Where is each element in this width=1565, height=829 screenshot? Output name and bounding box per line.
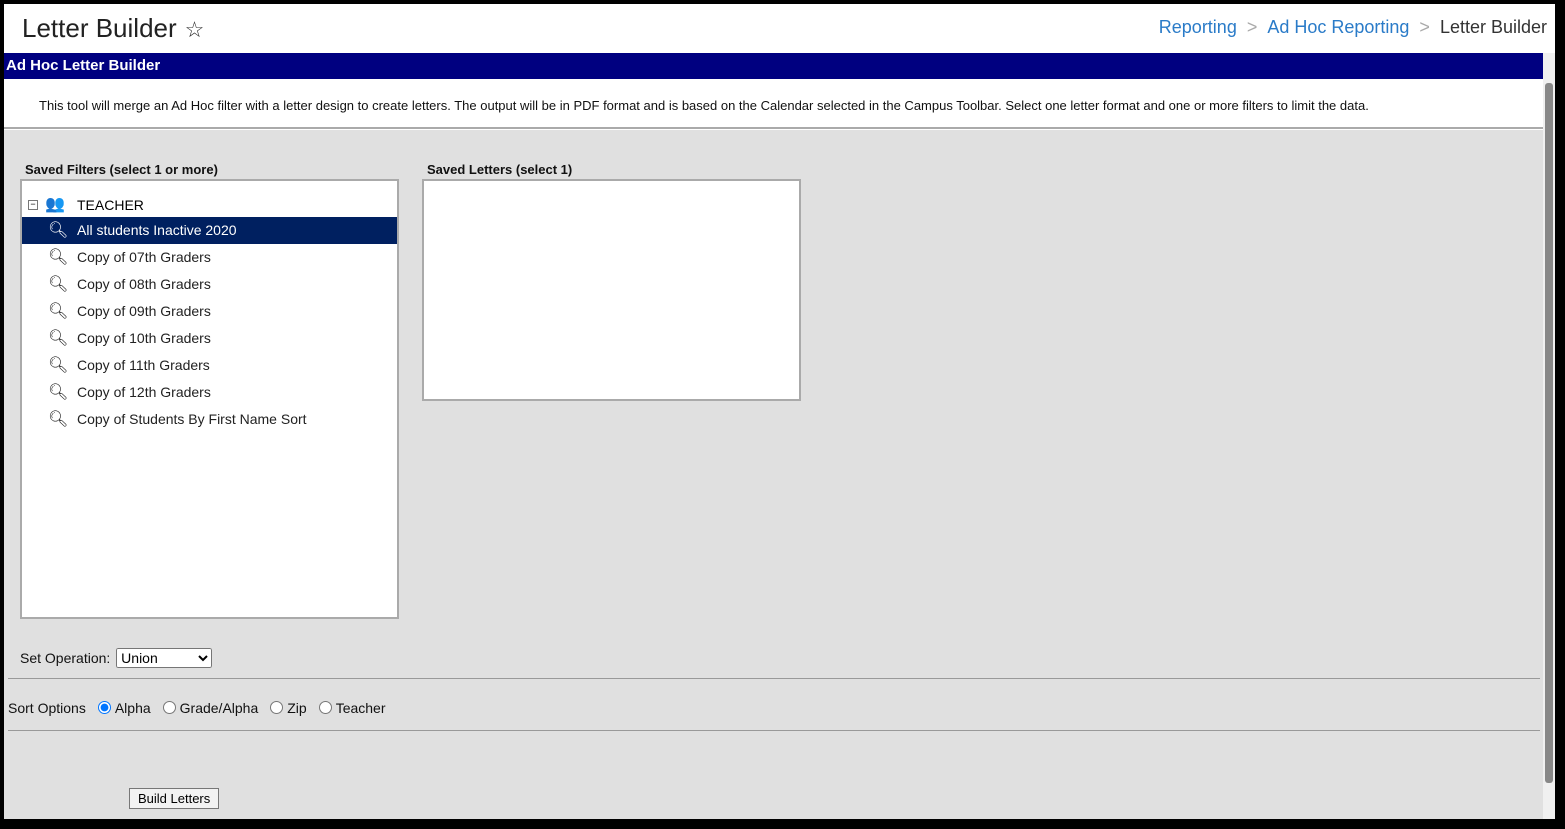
breadcrumb-current: Letter Builder [1439, 17, 1547, 37]
set-operation-select[interactable]: Union [116, 648, 213, 668]
saved-filters-label: Saved Filters (select 1 or more) [25, 162, 218, 177]
sort-option-teacher[interactable]: Teacher [318, 700, 386, 716]
saved-letters-list[interactable] [422, 179, 801, 401]
description: This tool will merge an Ad Hoc filter wi… [4, 79, 1543, 129]
filter-item-label: Copy of 11th Graders [77, 357, 210, 373]
saved-letters-label: Saved Letters (select 1) [427, 162, 573, 177]
filter-item-label: Copy of 10th Graders [77, 330, 211, 346]
sort-option-alpha[interactable]: Alpha [97, 700, 151, 716]
filter-item-label: Copy of 07th Graders [77, 249, 211, 265]
saved-filters-list[interactable]: − 👥 TEACHER 🔍︎ All students Inactive 2020 🔍︎… [20, 179, 399, 619]
set-operation: Set Operation: Union [20, 648, 213, 668]
scrollbar[interactable] [1543, 53, 1555, 819]
filter-group-teacher[interactable]: − 👥 TEACHER [22, 193, 397, 217]
filter-item[interactable]: 🔍︎ Copy of Students By First Name Sort [22, 406, 397, 433]
main-panel: Saved Filters (select 1 or more) Saved L… [4, 130, 1543, 819]
search-icon: 🔍︎ [48, 222, 69, 239]
filter-item[interactable]: 🔍︎ Copy of 09th Graders [22, 298, 397, 325]
filter-item[interactable]: 🔍︎ All students Inactive 2020 [22, 217, 397, 244]
filter-item[interactable]: 🔍︎ Copy of 12th Graders [22, 379, 397, 406]
page-header: Letter Builder ☆ Reporting > Ad Hoc Reporti… [4, 4, 1555, 53]
filter-item[interactable]: 🔍︎ Copy of 07th Graders [22, 244, 397, 271]
breadcrumb-reporting[interactable]: Reporting [1159, 17, 1237, 37]
set-operation-label: Set Operation: [20, 650, 111, 666]
filter-item[interactable]: 🔍︎ Copy of 11th Graders [22, 352, 397, 379]
breadcrumb: Reporting > Ad Hoc Reporting > Letter Builde… [1159, 17, 1547, 38]
divider [8, 730, 1540, 731]
build-letters-button[interactable]: Build Letters [129, 788, 220, 809]
chevron-right-icon: > [1246, 17, 1258, 37]
star-icon[interactable]: ☆ [185, 17, 205, 42]
search-icon: 🔍︎ [48, 249, 69, 266]
scrollbar-thumb[interactable] [1545, 83, 1553, 783]
collapse-icon[interactable]: − [28, 200, 38, 210]
filter-item-label: Copy of 08th Graders [77, 276, 211, 292]
page-title: Letter Builder [22, 13, 177, 43]
search-icon: 🔍︎ [48, 357, 69, 374]
section-title: Ad Hoc Letter Builder [4, 53, 1543, 79]
search-icon: 🔍︎ [48, 276, 69, 293]
filter-item-label: Copy of Students By First Name Sort [77, 411, 307, 427]
search-icon: 🔍︎ [48, 384, 69, 401]
radio-button[interactable] [162, 701, 176, 714]
search-icon: 🔍︎ [48, 411, 69, 428]
sort-options: Sort Options Alpha Grade/Alpha Zip Teacher [8, 700, 386, 716]
radio-button[interactable] [97, 701, 111, 714]
divider [8, 678, 1540, 679]
sort-option-zip[interactable]: Zip [270, 700, 307, 716]
radio-button[interactable] [318, 701, 332, 714]
sort-option-grade-alpha[interactable]: Grade/Alpha [162, 700, 258, 716]
filter-item-label: All students Inactive 2020 [77, 222, 237, 238]
window: Letter Builder ☆ Reporting > Ad Hoc Reporti… [4, 4, 1555, 819]
search-icon: 🔍︎ [48, 330, 69, 347]
filter-item-label: Copy of 12th Graders [77, 384, 211, 400]
search-icon: 🔍︎ [48, 303, 69, 320]
radio-button[interactable] [270, 701, 284, 714]
chevron-right-icon: > [1419, 17, 1430, 37]
filter-item[interactable]: 🔍︎ Copy of 10th Graders [22, 325, 397, 352]
people-icon: 👥 [45, 196, 65, 213]
filter-item[interactable]: 🔍︎ Copy of 08th Graders [22, 271, 397, 298]
breadcrumb-ad-hoc-reporting[interactable]: Ad Hoc Reporting [1267, 17, 1409, 37]
sort-options-label: Sort Options [8, 700, 86, 716]
filter-item-label: Copy of 09th Graders [77, 303, 211, 319]
